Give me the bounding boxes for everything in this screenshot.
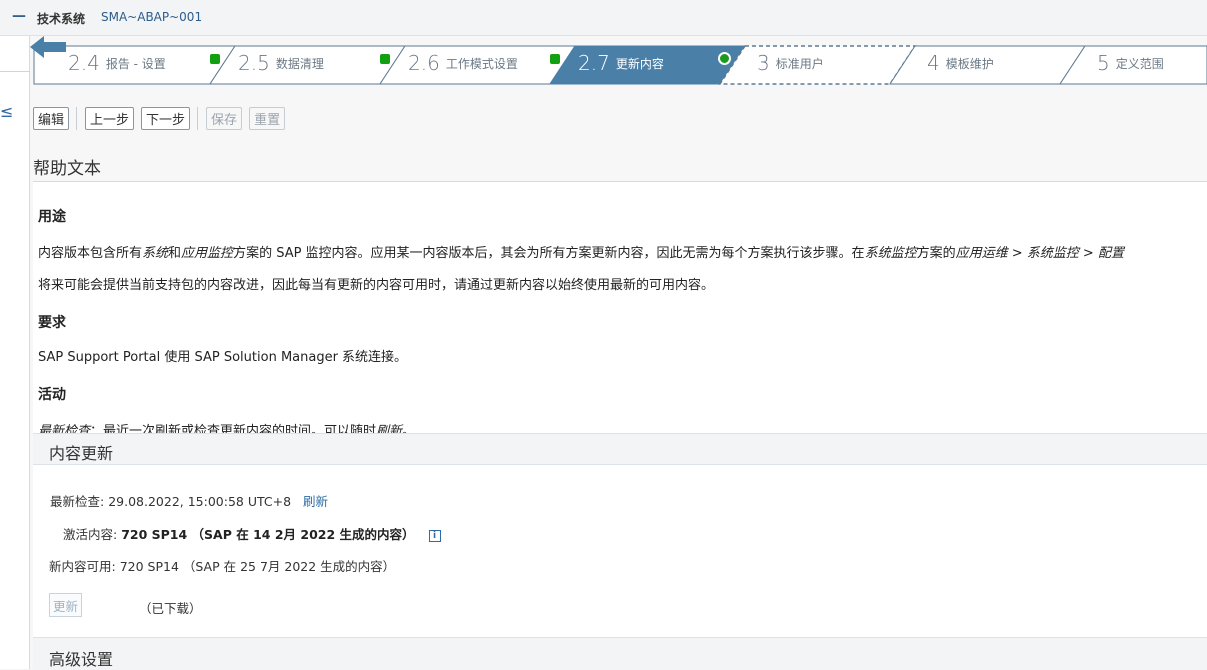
- left-sidebar: ≤: [0, 36, 30, 669]
- toolbar-separator: [197, 106, 199, 130]
- new-content-row: 新内容可用: 720 SP14 （SAP 在 25 7月 2022 生成的内容）: [49, 556, 395, 575]
- roadmap-step-2-6[interactable]: 2.6 工作模式设置: [408, 48, 560, 78]
- step-label: 更新内容: [615, 56, 664, 71]
- new-content-label: 新内容可用:: [49, 559, 116, 574]
- advanced-settings-header[interactable]: 高级设置: [33, 637, 1207, 669]
- tech-system-value: SMA~ABAP~001: [101, 10, 203, 24]
- italic-term: 系统: [142, 246, 169, 261]
- content-update-header: 内容更新: [33, 433, 1207, 465]
- header-bar: — 技术系统 SMA~ABAP~001: [0, 0, 1207, 36]
- text-run: 和: [168, 246, 182, 261]
- step-number: 5: [1097, 51, 1110, 75]
- sidebar-divider: [0, 71, 30, 72]
- previous-step-button[interactable]: 上一步: [85, 106, 135, 130]
- roadmap-step-2-5[interactable]: 2.5 数据清理: [238, 48, 390, 78]
- requirements-heading: 要求: [38, 315, 66, 331]
- requirements-paragraph: SAP Support Portal 使用 SAP Solution Manag…: [38, 350, 408, 365]
- italic-term: 系统监控: [1026, 246, 1079, 261]
- advanced-settings-title: 高级设置: [49, 650, 114, 669]
- collapse-icon[interactable]: —: [12, 8, 26, 24]
- text-run: ：最近一次刷新或检查更新内容的时间。可以随时: [90, 424, 377, 433]
- roadmap: 2.4 报告 - 设置 2.5 数据清理 2.6 工作模式设置 2.7 更新内容…: [30, 36, 1207, 88]
- help-title: 帮助文本: [33, 159, 101, 179]
- help-text-panel[interactable]: 用途 内容版本包含所有系统和应用监控方案的 SAP 监控内容。应用某一内容版本后…: [33, 181, 1207, 433]
- downloaded-status: （已下载）: [139, 601, 202, 616]
- purpose-paragraph-1: 内容版本包含所有系统和应用监控方案的 SAP 监控内容。应用某一内容版本后，其会…: [38, 242, 1124, 261]
- purpose-paragraph-2: 将来可能会提供当前支持包的内容改进，因此每当有更新的内容可用时，请通过更新内容以…: [38, 278, 715, 293]
- main-area: 2.4 报告 - 设置 2.5 数据清理 2.6 工作模式设置 2.7 更新内容…: [30, 36, 1207, 669]
- sidebar-nav-icon[interactable]: ≤: [0, 102, 13, 121]
- italic-term: 最新检查: [38, 424, 91, 433]
- activities-heading: 活动: [38, 387, 66, 403]
- text-run: 方案的: [916, 246, 956, 261]
- last-check-row: 最新检查: 29.08.2022, 15:00:58 UTC+8 刷新: [50, 491, 328, 510]
- toolbar: 编辑 上一步 下一步 保存 重置: [33, 106, 292, 130]
- step-label: 定义范围: [1115, 56, 1164, 71]
- active-content-label: 激活内容:: [63, 527, 118, 542]
- edit-button[interactable]: 编辑: [33, 106, 70, 130]
- complete-status-icon: [210, 54, 220, 64]
- step-label: 模板维护: [945, 56, 994, 71]
- step-label: 标准用户: [775, 56, 824, 71]
- purpose-heading: 用途: [38, 209, 66, 225]
- update-button[interactable]: 更新: [49, 593, 83, 617]
- back-arrow-icon[interactable]: [30, 36, 68, 58]
- roadmap-step-5[interactable]: 5 定义范围: [1097, 48, 1164, 78]
- content-update-panel: 最新检查: 29.08.2022, 15:00:58 UTC+8 刷新 激活内容…: [33, 465, 1207, 637]
- italic-term: 刷新: [376, 424, 403, 433]
- text-run: 。: [402, 424, 416, 433]
- refresh-link[interactable]: 刷新: [303, 494, 328, 509]
- activities-paragraph: 最新检查：最近一次刷新或检查更新内容的时间。可以随时刷新。: [38, 420, 415, 433]
- info-icon[interactable]: i: [428, 529, 441, 542]
- step-number: 3: [757, 51, 770, 75]
- step-label: 数据清理: [275, 56, 324, 71]
- roadmap-step-2-4[interactable]: 2.4 报告 - 设置: [68, 48, 220, 78]
- step-label: 报告 - 设置: [105, 56, 166, 71]
- roadmap-step-2-7[interactable]: 2.7 更新内容: [578, 48, 731, 78]
- last-check-label: 最新检查:: [50, 494, 105, 509]
- step-number: 4: [927, 51, 940, 75]
- text-run: >: [1078, 246, 1098, 261]
- step-number: 2.6: [408, 51, 440, 75]
- roadmap-step-4[interactable]: 4 模板维护: [927, 48, 994, 78]
- text-run: 内容版本包含所有: [38, 246, 143, 261]
- step-number: 2.4: [68, 51, 100, 75]
- new-content-value: 720 SP14 （SAP 在 25 7月 2022 生成的内容）: [119, 559, 396, 574]
- italic-term: 应用运维: [955, 246, 1008, 261]
- roadmap-step-3[interactable]: 3 标准用户: [757, 48, 824, 78]
- active-content-row: 激活内容: 720 SP14 （SAP 在 14 2月 2022 生成的内容） …: [63, 524, 441, 543]
- text-run: 方案的 SAP 监控内容。应用某一内容版本后，其会为所有方案更新内容，因此无需为…: [233, 246, 865, 261]
- step-label: 工作模式设置: [445, 56, 518, 71]
- next-step-button[interactable]: 下一步: [141, 106, 191, 130]
- text-run: >: [1007, 246, 1027, 261]
- content-update-title: 内容更新: [49, 444, 114, 463]
- complete-status-icon: [380, 54, 390, 64]
- step-number: 2.7: [578, 51, 610, 75]
- tech-system-label: 技术系统: [37, 12, 86, 26]
- current-status-icon: [718, 52, 731, 65]
- active-content-value: 720 SP14 （SAP 在 14 2月 2022 生成的内容）: [121, 527, 415, 542]
- save-button[interactable]: 保存: [206, 106, 243, 130]
- step-number: 2.5: [238, 51, 270, 75]
- complete-status-icon: [550, 54, 560, 64]
- italic-term: 系统监控: [864, 246, 917, 261]
- italic-term: 配置: [1097, 246, 1124, 261]
- reset-button[interactable]: 重置: [249, 106, 286, 130]
- last-check-value: 29.08.2022, 15:00:58 UTC+8: [108, 494, 292, 509]
- italic-term: 应用监控: [181, 246, 234, 261]
- toolbar-separator: [76, 106, 78, 130]
